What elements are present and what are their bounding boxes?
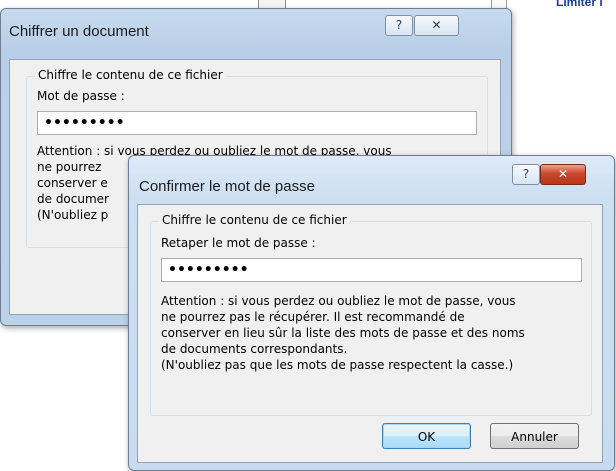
group-label: Chiffre le contenu de ce fichier — [159, 213, 350, 227]
help-button[interactable]: ? — [512, 164, 540, 185]
close-icon: ✕ — [557, 167, 569, 181]
help-icon: ? — [522, 167, 530, 181]
ok-button[interactable]: OK — [382, 423, 471, 449]
retype-password-label: Retaper le mot de passe : — [161, 236, 316, 250]
close-icon: ✕ — [431, 18, 442, 32]
cancel-button[interactable]: Annuler — [490, 423, 579, 449]
help-button[interactable]: ? — [385, 15, 413, 36]
encryption-group: Chiffre le contenu de ce fichier Retaper… — [150, 213, 592, 416]
close-button[interactable]: ✕ — [414, 15, 459, 36]
warning-text: Attention : si vous perdez ou oubliez le… — [161, 294, 525, 372]
ribbon-link-text[interactable]: Limiter l — [556, 0, 603, 9]
group-label: Chiffre le contenu de ce fichier — [35, 68, 226, 82]
dialog-title: Confirmer le mot de passe — [139, 178, 315, 195]
dialog-body: Chiffre le contenu de ce fichier Retaper… — [137, 204, 603, 463]
password-input[interactable]: ••••••••• — [37, 111, 477, 135]
confirm-password-dialog: Confirmer le mot de passe ? ✕ Chiffre le… — [128, 155, 615, 471]
dialog-title: Chiffrer un document — [9, 23, 149, 40]
password-label: Mot de passe : — [37, 89, 125, 103]
close-button[interactable]: ✕ — [540, 164, 586, 185]
retype-password-input[interactable]: ••••••••• — [161, 258, 582, 282]
help-icon: ? — [395, 18, 403, 32]
